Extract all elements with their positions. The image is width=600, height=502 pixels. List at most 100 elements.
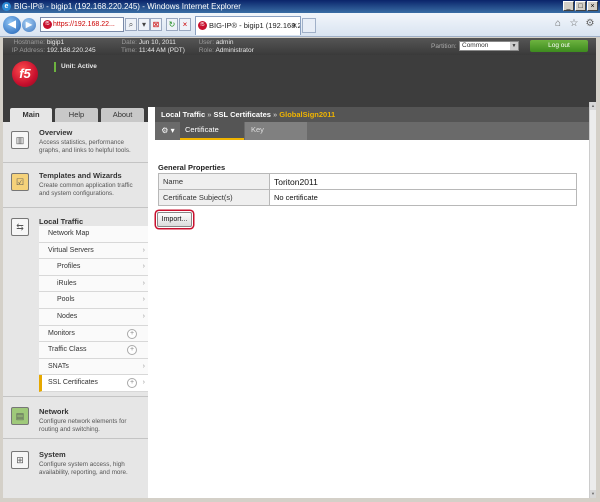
sidebar-item-ssl-certificates[interactable]: SSL Certificates + › <box>39 375 148 392</box>
partition-label: Partition: <box>431 43 457 50</box>
stop-icon[interactable]: × <box>179 18 191 31</box>
breadcrumb-ssl-certificates[interactable]: SSL Certificates <box>214 110 271 119</box>
properties-table: Name Toriton2011 Certificate Subject(s) … <box>158 173 577 206</box>
breadcrumb-separator: » <box>273 110 278 119</box>
nav-section-local-traffic: ⇆ Local Traffic Network Map Virtual Serv… <box>3 208 148 396</box>
scroll-up-icon[interactable]: ▲ <box>590 102 596 110</box>
scroll-down-icon[interactable]: ▼ <box>590 490 596 498</box>
sidebar-item-snats[interactable]: SNATs › <box>39 358 148 376</box>
property-label: Certificate Subject(s) <box>158 189 270 206</box>
overview-title: Overview <box>39 128 73 137</box>
add-certificate-icon[interactable]: + <box>127 378 137 389</box>
forward-arrow-icon[interactable]: ▶ <box>22 18 36 32</box>
sidebar-item-label: SNATs <box>48 362 69 370</box>
hostname-label: Hostname: <box>13 39 45 46</box>
sidebar-item-virtual-servers[interactable]: Virtual Servers › <box>39 242 148 260</box>
sidebar: Main Help About ▥ Overview Access statis… <box>3 102 148 498</box>
tools-gear-icon[interactable]: ⚙ <box>584 18 596 30</box>
app-header: Hostname: bigip1 IP Address: 192.168.220… <box>3 38 596 102</box>
partition-select[interactable]: Common ▼ <box>459 41 519 51</box>
refresh-icon[interactable]: ↻ <box>166 18 178 31</box>
address-text: https://192.168.22... <box>53 21 115 28</box>
system-settings-icon: ⊞ <box>11 451 29 469</box>
overview-chart-icon: ▥ <box>11 131 29 149</box>
sidebar-item-label: Traffic Class <box>48 346 87 354</box>
overview-desc: Access statistics, performance graphs, a… <box>39 139 131 154</box>
system-desc: Configure system access, high availabili… <box>39 461 128 476</box>
local-traffic-icon: ⇆ <box>11 218 29 236</box>
sidebar-item-traffic-class[interactable]: Traffic Class + <box>39 342 148 359</box>
window-title: BIG-IP® - bigip1 (192.168.220.245) - Win… <box>14 2 241 11</box>
ie-logo-icon: e <box>2 2 11 11</box>
tab-certificate[interactable]: Certificate <box>180 122 244 140</box>
time-value: 11:44 AM (PDT) <box>138 46 185 54</box>
breadcrumb-local-traffic[interactable]: Local Traffic <box>161 110 205 119</box>
ip-value: 192.168.220.245 <box>46 46 96 54</box>
sidebar-item-monitors[interactable]: Monitors + <box>39 325 148 343</box>
user-label: User: <box>198 39 214 46</box>
nav-section-overview[interactable]: ▥ Overview Access statistics, performanc… <box>3 122 148 163</box>
table-row: Name Toriton2011 <box>158 173 577 190</box>
logout-button[interactable]: Log out <box>530 40 588 52</box>
sidebar-item-label: Monitors <box>48 329 75 337</box>
address-bar[interactable]: f5 https://192.168.22... <box>40 17 124 32</box>
ip-label: IP Address: <box>11 46 45 54</box>
home-icon[interactable]: ⌂ <box>552 18 564 30</box>
tab-about[interactable]: About <box>101 108 144 122</box>
nav-section-templates[interactable]: ☑ Templates and Wizards Create common ap… <box>3 163 148 208</box>
maximize-button[interactable]: □ <box>575 1 586 11</box>
property-label: Name <box>158 173 270 190</box>
sidebar-item-pools[interactable]: Pools › <box>39 292 148 309</box>
gear-menu-icon[interactable]: ⚙ ▾ <box>158 124 178 138</box>
chevron-right-icon: › <box>142 246 145 254</box>
tab-key[interactable]: Key <box>245 122 307 140</box>
breadcrumb-current: GlobalSign2011 <box>279 110 336 119</box>
cert-error-icon[interactable]: ⊠ <box>150 18 162 31</box>
partition-value: Common <box>462 42 489 49</box>
property-value: No certificate <box>269 189 577 206</box>
vertical-scrollbar[interactable]: ▲ ▼ <box>589 102 596 498</box>
section-title: General Properties <box>158 163 226 172</box>
new-tab-button[interactable] <box>302 18 316 33</box>
nav-section-network[interactable]: ▤ Network Configure network elements for… <box>3 396 148 439</box>
sidebar-item-label: Virtual Servers <box>48 246 94 254</box>
tab-main[interactable]: Main <box>10 108 52 122</box>
nav-section-system[interactable]: ⊞ System Configure system access, high a… <box>3 439 148 487</box>
content-tabs: ⚙ ▾ Certificate Key <box>155 122 596 140</box>
back-arrow-icon[interactable]: ◀ <box>3 16 21 34</box>
search-icon[interactable]: ⌕ <box>125 18 137 31</box>
local-traffic-title[interactable]: Local Traffic <box>39 217 83 226</box>
tab-favicon-icon: f5 <box>198 21 207 30</box>
date-info: Date: Jun 10, 2011 Time: 11:44 AM (PDT) <box>116 39 185 54</box>
sidebar-item-irules[interactable]: iRules › <box>39 275 148 293</box>
sidebar-item-label: iRules <box>57 279 77 287</box>
network-title: Network <box>39 407 69 416</box>
window-controls: _ □ × <box>563 1 598 11</box>
main-content: Local Traffic » SSL Certificates » Globa… <box>148 102 596 498</box>
tab-title: BIG-IP® - bigip1 (192.168.2... <box>209 21 301 30</box>
sidebar-item-nodes[interactable]: Nodes › <box>39 308 148 326</box>
close-window-button[interactable]: × <box>587 1 598 11</box>
chevron-down-icon: ▼ <box>510 42 518 50</box>
f5-logo: f5 <box>12 61 38 87</box>
favorites-star-icon[interactable]: ☆ <box>568 18 580 30</box>
close-tab-icon[interactable]: × <box>292 17 297 35</box>
minimize-button[interactable]: _ <box>563 1 574 11</box>
browser-tab-active[interactable]: f5 BIG-IP® - bigip1 (192.168.2... × <box>195 16 301 35</box>
add-monitor-icon[interactable]: + <box>127 328 137 339</box>
add-traffic-class-icon[interactable]: + <box>127 345 137 356</box>
table-row: Certificate Subject(s) No certificate <box>158 189 577 206</box>
chevron-right-icon: › <box>142 362 145 370</box>
tab-help[interactable]: Help <box>55 108 98 122</box>
sidebar-item-label: Pools <box>57 296 75 304</box>
sidebar-item-label: SSL Certificates <box>48 379 98 387</box>
date-value: Jun 10, 2011 <box>138 39 176 46</box>
sidebar-item-profiles[interactable]: Profiles › <box>39 259 148 276</box>
import-button[interactable]: Import... <box>157 212 192 227</box>
address-dropdown-icon[interactable]: ▾ <box>138 18 150 31</box>
role-value: Administrator <box>215 46 254 54</box>
unit-status: Unit: Active <box>54 62 97 72</box>
role-label: Role: <box>198 46 214 54</box>
templates-title: Templates and Wizards <box>39 171 122 180</box>
sidebar-item-network-map[interactable]: Network Map <box>39 226 148 243</box>
